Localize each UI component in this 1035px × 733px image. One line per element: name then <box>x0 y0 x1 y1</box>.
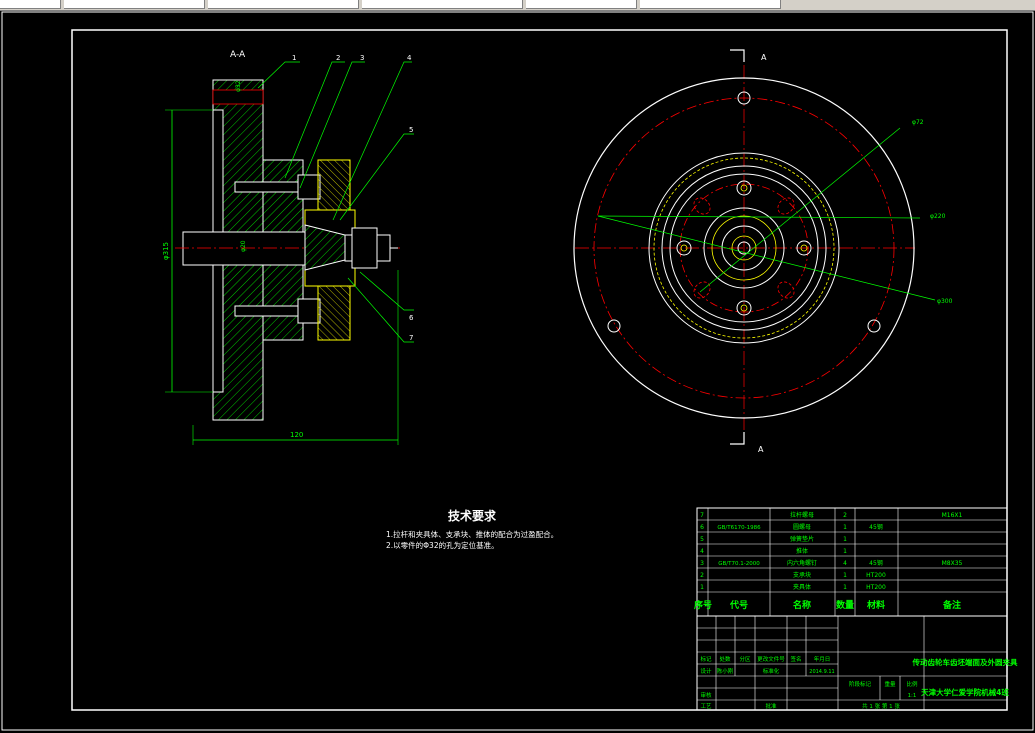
part-name: 支承块 <box>793 571 811 579</box>
central-bore <box>182 231 314 266</box>
tb-label: 处数 <box>719 655 731 663</box>
toolbar-segment[interactable] <box>208 0 359 9</box>
front-view: A A φ72 φ220 φ300 <box>573 49 953 454</box>
tb-label: 签名 <box>790 655 801 663</box>
part-remark: M16X1 <box>942 512 963 519</box>
view-marker-bottom: A <box>758 445 764 454</box>
toolbar-segment[interactable] <box>0 0 61 9</box>
part-name: 圆螺母 <box>793 523 811 531</box>
tb-label: 工艺 <box>700 703 712 710</box>
part-name: 弹簧垫片 <box>790 535 814 543</box>
tb-weight-label: 重量 <box>884 680 896 688</box>
toolbar-segment[interactable] <box>640 0 781 9</box>
section-label: A-A <box>230 50 246 60</box>
outer-hole <box>607 319 621 333</box>
part-qty: 2 <box>843 512 847 519</box>
tb-label: 审核 <box>700 691 712 699</box>
part-qty: 1 <box>843 524 847 531</box>
part-qty: 1 <box>843 572 847 579</box>
section-view: A-A φ315 120 φ32 φ20 1 2 3 4 5 6 7 <box>162 50 414 445</box>
parts-header-material: 材料 <box>866 599 885 611</box>
callout-3: 3 <box>360 54 364 62</box>
part-material: HT200 <box>866 584 886 591</box>
callout-2: 2 <box>336 54 340 62</box>
part-no: 5 <box>700 536 704 543</box>
part-qty: 1 <box>843 548 847 555</box>
tb-scale: 1:1 <box>908 693 917 699</box>
title-block: 标记 处数 分区 更改文件号 签名 年月日 设计 陈小刚 标准化 2014.9.… <box>696 615 1018 711</box>
parts-list: 7 拉杆螺母 2 M16X1 6 GB/T6170-1986 圆螺母 1 45钢… <box>694 507 1008 617</box>
screw-head-lower <box>297 298 321 324</box>
callout-6: 6 <box>409 314 414 322</box>
part-no: 2 <box>700 572 704 579</box>
tb-school: 天津大学仁爱学院机械4班 <box>921 687 1009 697</box>
dim-bore-2: φ20 <box>240 240 247 252</box>
outer-frame <box>1 11 1034 731</box>
tech-item-1: 1.拉杆和夹具体、支承块、推体的配合为过盈配合。 <box>386 529 558 539</box>
screw-lower <box>234 305 306 317</box>
dim-pitch-2: φ220 <box>930 213 946 220</box>
parts-header-remark: 备注 <box>942 599 961 611</box>
tb-label: 批准 <box>765 702 777 710</box>
parts-header-name: 名称 <box>793 599 811 611</box>
callout-4: 4 <box>407 54 412 62</box>
dim-pitch-3: φ300 <box>937 298 953 305</box>
tb-value: 陈小刚 <box>717 667 734 675</box>
part-code: GB/T6170-1986 <box>717 525 761 531</box>
part-name: 拉杆螺母 <box>790 511 814 519</box>
part-name: 内六角螺钉 <box>787 559 817 567</box>
pull-nut <box>351 227 378 269</box>
part-code: GB/T70.1-2000 <box>718 561 760 567</box>
tb-date: 2014.9.11 <box>809 669 834 675</box>
cad-drawing-canvas[interactable]: A-A φ315 120 φ32 φ20 1 2 3 4 5 6 7 A A φ… <box>0 10 1035 733</box>
callout-5: 5 <box>409 126 413 134</box>
tech-item-2: 2.以零件的Φ32的孔为定位基准。 <box>386 540 499 550</box>
callout-1: 1 <box>292 54 296 62</box>
screw-head-upper <box>297 174 321 200</box>
part-no: 1 <box>700 584 704 591</box>
part-material: HT200 <box>866 572 886 579</box>
tb-label: 标记 <box>700 655 712 663</box>
part-qty: 1 <box>843 584 847 591</box>
part-material: 45钢 <box>869 523 883 531</box>
parts-header-no: 序号 <box>694 599 712 611</box>
part-qty: 4 <box>843 560 847 567</box>
tb-label: 更改文件号 <box>757 655 785 663</box>
part-qty: 1 <box>843 536 847 543</box>
tb-label: 标准化 <box>763 667 780 675</box>
toolbar-segment[interactable] <box>526 0 637 9</box>
parts-header-code: 代号 <box>729 599 748 611</box>
part-remark: M8X35 <box>942 560 963 567</box>
part-name: 夹具体 <box>793 583 811 591</box>
parts-header-qty: 数量 <box>836 599 854 611</box>
part-no: 3 <box>700 560 704 567</box>
callout-7: 7 <box>409 334 413 342</box>
part-material: 45钢 <box>869 559 883 567</box>
tb-scale-label: 比例 <box>906 680 918 688</box>
tb-drawing-title: 传动齿轮车齿坯端面及外圆夹具 <box>912 657 1018 667</box>
toolbar-segment[interactable] <box>362 0 523 9</box>
part-no: 6 <box>700 524 704 531</box>
tb-label: 设计 <box>700 667 712 675</box>
dim-pitch-1: φ72 <box>912 119 924 126</box>
tb-sheets: 共 1 张 第 1 张 <box>862 702 900 710</box>
tb-label: 分区 <box>739 655 751 663</box>
dim-overall-width: 120 <box>290 431 303 439</box>
part-no: 7 <box>700 512 704 519</box>
view-marker-top: A <box>761 53 767 62</box>
tb-stage-label: 阶段标记 <box>849 680 872 688</box>
tb-label: 年月日 <box>814 655 831 663</box>
outer-hole <box>867 319 881 333</box>
tech-title: 技术要求 <box>448 508 497 523</box>
screw-upper <box>234 181 306 193</box>
part-name: 推体 <box>796 547 808 555</box>
part-no: 4 <box>700 548 704 555</box>
toolbar-segment[interactable] <box>64 0 205 9</box>
dim-left-diameter: φ315 <box>162 242 170 260</box>
tech-requirements: 技术要求 1.拉杆和夹具体、支承块、推体的配合为过盈配合。 2.以零件的Φ32的… <box>386 508 558 550</box>
dim-bore-1: φ32 <box>235 80 242 92</box>
